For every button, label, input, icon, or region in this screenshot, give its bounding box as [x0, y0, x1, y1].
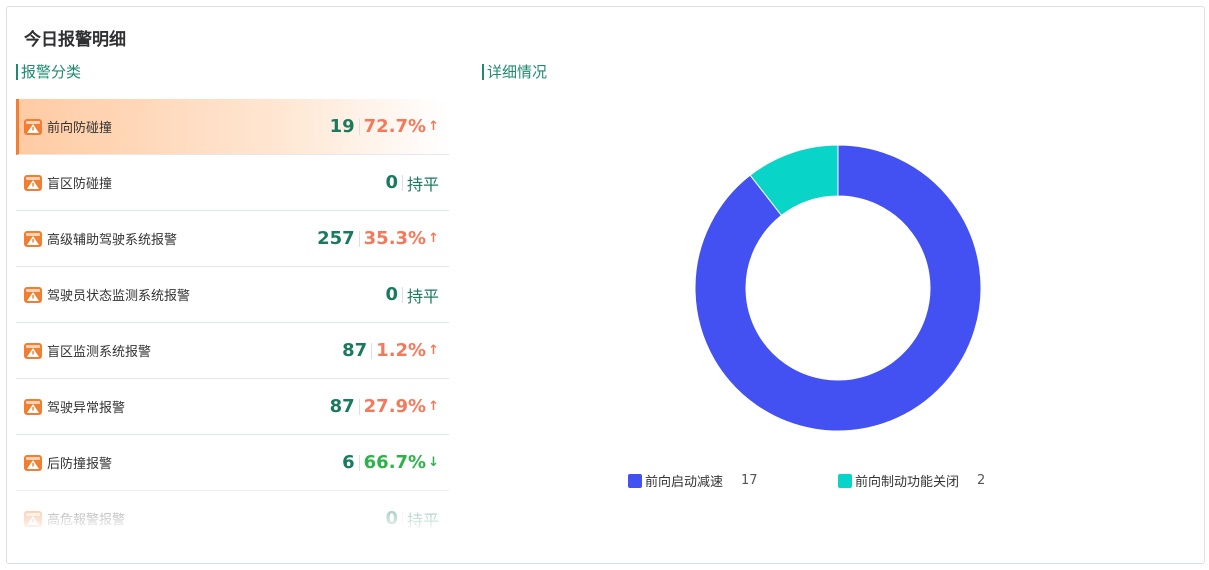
alarm-row-label: 高级辅助驾驶系统报警 [47, 233, 178, 248]
alarm-row[interactable]: 高级辅助驾驶系统报警 257 35.3% ↑ [16, 211, 449, 267]
warning-light-icon [24, 286, 42, 303]
alarm-row-label: 盲区监测系统报警 [47, 345, 152, 360]
alarm-row-percent: 66.7% [363, 452, 427, 473]
alarm-row-change: 持平 [407, 507, 439, 530]
warning-light-icon [24, 398, 42, 415]
legend-label-1: 前向启动减速 [645, 475, 724, 490]
alarm-row-change: 72.7% ↑ [364, 116, 439, 137]
alarm-row-label: 高危報警报警 [47, 513, 126, 528]
row-divider [401, 174, 403, 191]
legend-swatch-2 [838, 473, 852, 488]
warning-light-icon [24, 230, 42, 247]
alarm-row-count: 87 [342, 340, 368, 361]
category-section-title: 报警分类 [16, 64, 81, 80]
arrow-up-icon: ↑ [428, 343, 439, 358]
alarm-row-percent: 35.3% [363, 228, 427, 249]
warning-light-icon [24, 454, 42, 471]
arrow-up-icon: ↑ [428, 231, 439, 246]
legend-value-2: 2 [977, 473, 986, 488]
row-divider [358, 454, 360, 471]
page-title: 今日报警明细 [24, 30, 126, 50]
alarm-row-change: 持平 [407, 283, 439, 307]
alarm-row-change: 1.2% ↑ [376, 340, 439, 361]
alarm-row-percent: 72.7% [363, 116, 427, 137]
row-divider [358, 230, 360, 247]
alarm-row-label: 盲区防碰撞 [47, 177, 113, 192]
alarm-row-label: 驾驶异常报警 [47, 401, 126, 416]
alarm-row-label: 驾驶员状态监测系统报警 [47, 289, 191, 304]
alarm-row-count: 6 [342, 452, 355, 473]
donut-chart-svg [694, 144, 982, 432]
alarm-row[interactable]: 后防撞报警 6 66.7% ↓ [16, 435, 449, 491]
alarm-row-count: 0 [385, 284, 398, 305]
alarm-row-change: 35.3% ↑ [364, 228, 439, 249]
legend-swatch-1 [628, 473, 642, 488]
legend-value-1: 17 [741, 473, 758, 488]
alarm-category-list: 前向防碰撞 19 72.7% ↑ 盲区防碰撞 0 持平 高级辅助驾驶系统报警 257 35.3% ↑… [16, 99, 449, 529]
warning-light-icon [24, 118, 42, 135]
arrow-up-icon: ↑ [428, 119, 439, 134]
alarm-row-percent: 持平 [406, 174, 439, 194]
alarm-row-count: 87 [329, 396, 355, 417]
donut-chart [690, 140, 986, 436]
alarm-row-percent: 27.9% [363, 396, 427, 417]
row-divider [401, 510, 403, 527]
alarm-row-percent: 1.2% [376, 340, 427, 361]
alarm-row[interactable]: 前向防碰撞 19 72.7% ↑ [16, 99, 449, 155]
legend-item-2[interactable]: 前向制动功能关闭 2 [838, 471, 985, 490]
alarm-row-percent: 持平 [406, 510, 439, 530]
warning-light-icon [24, 342, 42, 359]
warning-light-icon [24, 510, 42, 527]
alarm-row-count: 0 [385, 172, 398, 193]
alarm-row-change: 27.9% ↑ [364, 396, 439, 417]
legend-label-2: 前向制动功能关闭 [855, 475, 960, 490]
legend-item-1[interactable]: 前向启动减速 17 [628, 471, 758, 490]
alarm-row-count: 19 [329, 116, 355, 137]
arrow-down-icon: ↓ [428, 455, 439, 470]
alarm-row[interactable]: 盲区防碰撞 0 持平 [16, 155, 449, 211]
alarm-row-label: 前向防碰撞 [47, 121, 113, 136]
alarm-row-change: 66.7% ↓ [364, 452, 439, 473]
alarm-row[interactable]: 高危報警报警 0 持平 [16, 491, 449, 529]
alarm-row-change: 持平 [407, 171, 439, 195]
row-divider [371, 342, 373, 359]
row-divider [358, 398, 360, 415]
warning-light-icon [24, 174, 42, 191]
alarm-row[interactable]: 盲区监测系统报警 87 1.2% ↑ [16, 323, 449, 379]
alarm-row-count: 0 [385, 508, 398, 529]
row-divider [401, 286, 403, 303]
alarm-row-percent: 持平 [406, 286, 439, 306]
alarm-row[interactable]: 驾驶员状态监测系统报警 0 持平 [16, 267, 449, 323]
arrow-up-icon: ↑ [428, 399, 439, 414]
alarm-row-count: 257 [317, 228, 355, 249]
alarm-row[interactable]: 驾驶异常报警 87 27.9% ↑ [16, 379, 449, 435]
alarm-row-label: 后防撞报警 [47, 457, 113, 472]
detail-section-title: 详细情况 [482, 64, 547, 80]
row-divider [358, 118, 360, 135]
